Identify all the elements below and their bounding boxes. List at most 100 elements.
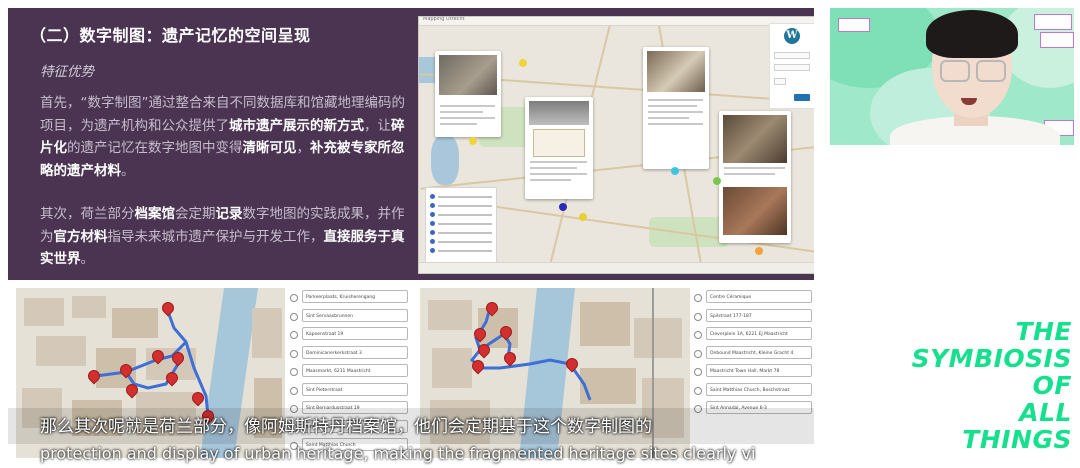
- map-marker[interactable]: [519, 59, 527, 67]
- legend-item[interactable]: [430, 194, 492, 200]
- wall-sticker: [1040, 32, 1074, 48]
- route-stop-label: Parkeerplaats, Kruisherengang: [302, 290, 408, 303]
- legend-item[interactable]: [430, 248, 492, 254]
- paragraph-text: ，: [296, 140, 311, 156]
- slide-paragraph-1: 首先，“数字制图”通过整合来自不同数据库和馆藏地理编码的项目，为遗产机构和公众提…: [40, 92, 405, 182]
- radio-icon[interactable]: [694, 386, 702, 395]
- brand-line: ALL: [1019, 398, 1072, 427]
- screen: （二）数字制图：遗产记忆的空间呈现 特征优势 首先，“数字制图”通过整合来自不同…: [0, 0, 1080, 468]
- map-window-titlebar: Mapping Utrecht: [419, 17, 814, 26]
- route-stop-item[interactable]: Centre Céramique: [694, 290, 812, 305]
- paragraph-text: ，让: [364, 117, 391, 134]
- route-stop-item[interactable]: Kapoenstraat 19: [290, 327, 408, 342]
- radio-icon[interactable]: [290, 312, 298, 321]
- route-stop-label: Onbound Maastricht, Kleine Gracht 4: [706, 345, 812, 359]
- route-stop-label: Maasmarkt, 6211 Maastricht: [302, 364, 408, 377]
- wall-sticker: [838, 18, 870, 32]
- map-marker[interactable]: [559, 203, 567, 211]
- emphasis-text: 档案馆: [134, 206, 176, 222]
- radio-icon[interactable]: [290, 294, 298, 302]
- legend-dot-icon: [430, 230, 435, 235]
- glasses-icon: [940, 60, 970, 82]
- emphasis-text: 城市遗产展示的新方式: [229, 117, 364, 134]
- heritage-photo-card[interactable]: [719, 111, 791, 243]
- remember-checkbox[interactable]: [774, 78, 786, 85]
- radio-icon[interactable]: [694, 349, 702, 358]
- legend-item[interactable]: [430, 221, 492, 227]
- paragraph-text: 会定期: [175, 206, 216, 222]
- glasses-icon: [976, 60, 1006, 82]
- radio-icon[interactable]: [290, 368, 298, 376]
- heritage-photo-card[interactable]: [643, 47, 709, 169]
- map-marker[interactable]: [671, 167, 679, 175]
- radio-icon[interactable]: [290, 349, 298, 358]
- wall-sticker: [1034, 14, 1072, 30]
- route-stop-item[interactable]: Maastricht Town Hall, Markt 78: [694, 364, 812, 379]
- digital-map-screenshot: Mapping Utrecht W: [418, 16, 814, 274]
- route-stop-label: Sint Pieterstraat: [302, 382, 408, 396]
- legend-item[interactable]: [430, 212, 492, 218]
- legend-dot-icon: [430, 248, 435, 253]
- route-stop-item[interactable]: Dominicanerkerkstraat 3: [290, 345, 408, 361]
- route-stop-item[interactable]: Spilstraat 177-187: [694, 308, 812, 324]
- route-stop-item[interactable]: Onbound Maastricht, Kleine Gracht 4: [694, 345, 812, 361]
- radio-icon[interactable]: [290, 331, 298, 339]
- brand-line: SYMBIOSIS: [911, 344, 1072, 373]
- map-marker[interactable]: [713, 177, 721, 185]
- heritage-photo-card[interactable]: [435, 51, 501, 137]
- brand-line: OF: [1032, 371, 1072, 400]
- heritage-photo: [723, 115, 787, 163]
- route-stop-item[interactable]: Sint Servaasbrunnen: [290, 308, 408, 324]
- radio-icon[interactable]: [694, 368, 702, 376]
- route-stop-label: Dominicanerkerkstraat 3: [302, 345, 408, 359]
- legend-dot-icon: [430, 203, 435, 208]
- radio-icon[interactable]: [694, 331, 702, 339]
- brand-line: THE: [1015, 317, 1072, 346]
- legend-item[interactable]: [430, 203, 492, 209]
- legend-item[interactable]: [430, 239, 492, 245]
- legend-dot-icon: [430, 239, 435, 244]
- radio-icon[interactable]: [290, 386, 298, 395]
- route-stop-item[interactable]: Maasmarkt, 6211 Maastricht: [290, 364, 408, 379]
- route-stop-item[interactable]: Parkeerplaats, Kruisherengang: [290, 290, 408, 305]
- route-stop-label: Sint Servaasbrunnen: [302, 308, 408, 322]
- route-stop-item[interactable]: Saint Matthias Church, Boschstraat: [694, 382, 812, 398]
- route-stop-label: Maastricht Town Hall, Markt 78: [706, 364, 812, 377]
- radio-icon[interactable]: [694, 294, 702, 302]
- slide-paragraph-2: 其次，荷兰部分档案馆会定期记录数字地图的实践成果，并作为官方材料指导未来城市遗产…: [40, 203, 405, 271]
- map-legend: [425, 187, 497, 267]
- heritage-photo: [647, 51, 705, 93]
- password-field[interactable]: [774, 64, 810, 71]
- legend-dot-icon: [430, 194, 435, 199]
- login-button[interactable]: [794, 94, 810, 101]
- paragraph-text: 的遗产记忆在数字地图中变得: [67, 140, 243, 156]
- subtitle-english: protection and display of urban heritage…: [40, 444, 756, 463]
- paragraph-text: 。: [80, 251, 95, 267]
- wordpress-icon: W: [784, 28, 800, 44]
- route-stop-label: Centre Céramique: [706, 290, 812, 303]
- radio-icon[interactable]: [694, 312, 702, 321]
- map-marker[interactable]: [469, 137, 477, 145]
- map-marker[interactable]: [755, 247, 763, 255]
- legend-item[interactable]: [430, 230, 492, 236]
- paragraph-text: 其次，荷兰部分: [40, 206, 135, 222]
- water-area: [431, 135, 459, 185]
- login-panel: W: [769, 23, 814, 109]
- route-stop-label: Saint Matthias Church, Boschstraat: [706, 382, 812, 396]
- subtitle-chinese: 那么其次呢就是荷兰部分，像阿姆斯特丹档案馆，他们会定期基于这个数字制图的: [40, 417, 652, 437]
- emphasis-text: 清晰可见: [242, 140, 297, 156]
- map-marker[interactable]: [579, 213, 587, 221]
- route-stop-item[interactable]: Cleverplein 1A, 6221 EJ Maastricht: [694, 327, 812, 342]
- username-field[interactable]: [774, 52, 810, 59]
- map-window-title: Mapping Utrecht: [423, 16, 465, 22]
- emphasis-text: 官方材料: [53, 228, 108, 245]
- heritage-photo: [529, 101, 589, 126]
- handwritten-document: [533, 129, 585, 157]
- heritage-photo-card[interactable]: [525, 97, 593, 199]
- route-stop-label: Spilstraat 177-187: [706, 308, 812, 322]
- speaker-hair: [926, 10, 1018, 58]
- heritage-photo: [723, 187, 787, 235]
- route-stop-item[interactable]: Sint Pieterstraat: [290, 382, 408, 398]
- legend-dot-icon: [430, 221, 435, 226]
- brand-line: THINGS: [962, 425, 1072, 454]
